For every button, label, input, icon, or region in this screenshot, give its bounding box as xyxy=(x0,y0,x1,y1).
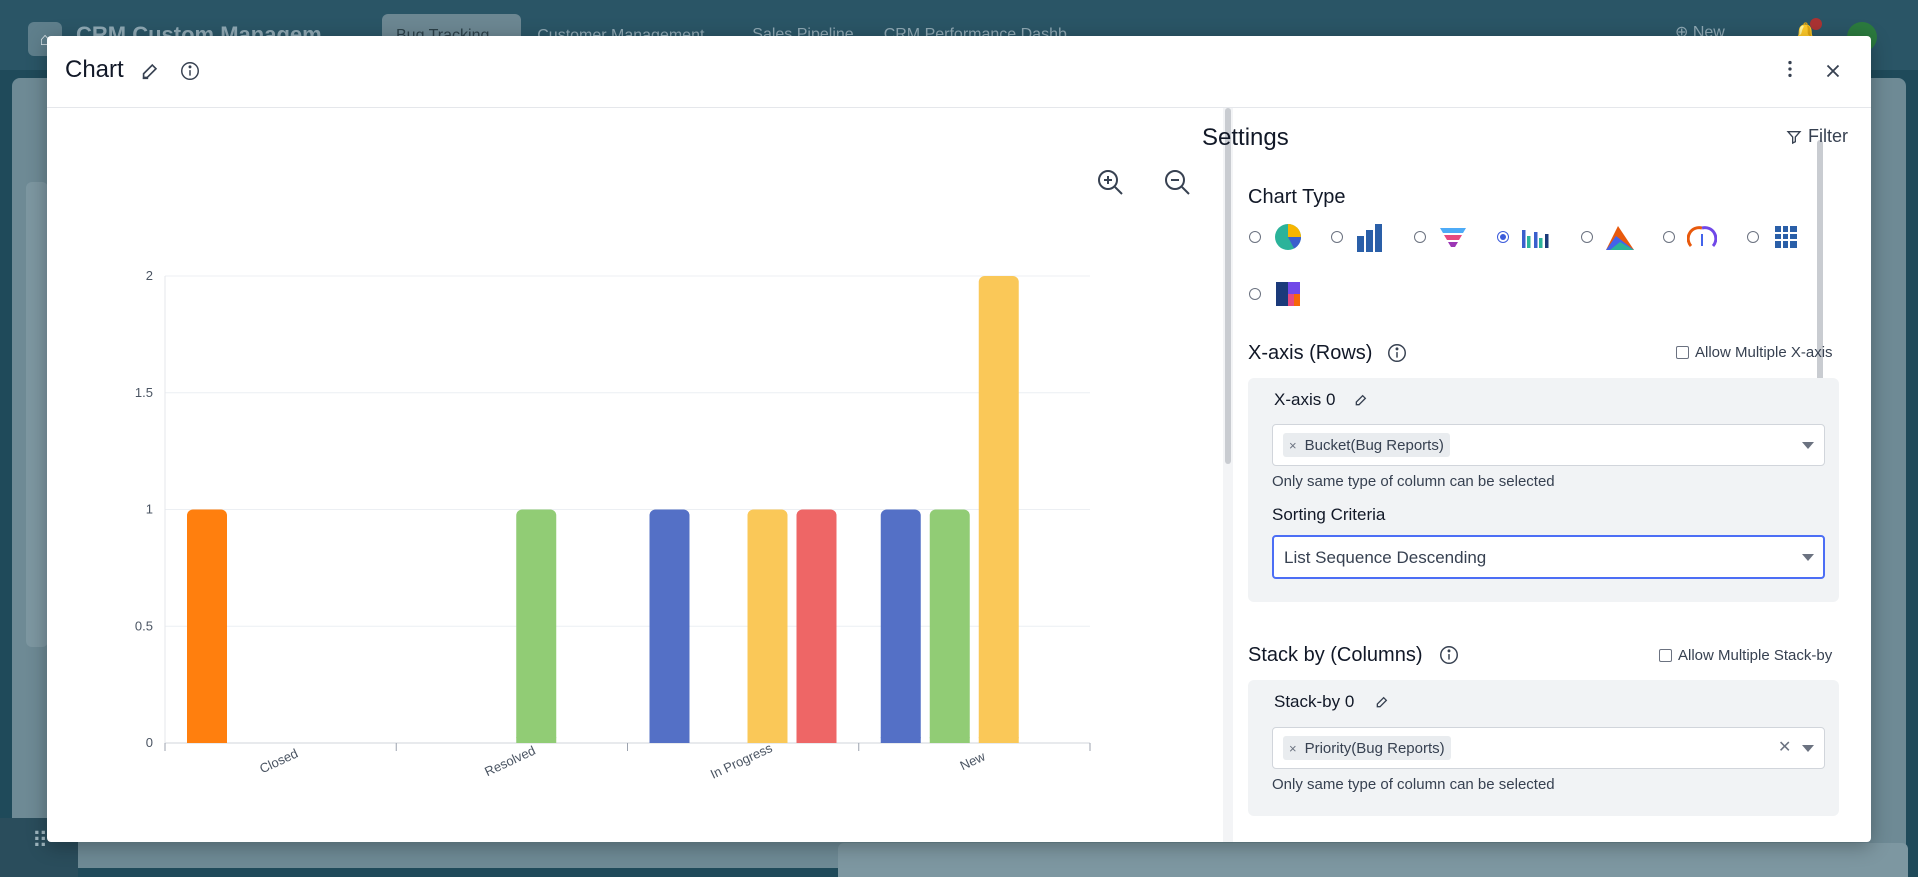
xaxis-helper-text: Only same type of column can be selected xyxy=(1272,473,1555,490)
grouped-bar-chart-icon[interactable] xyxy=(1521,222,1551,252)
stackby-chip-label: Priority(Bug Reports) xyxy=(1304,739,1445,757)
chart-bar-base xyxy=(929,737,970,743)
stackby-info-icon[interactable] xyxy=(1438,644,1460,666)
chart-area: 0 0.5 1 1.5 2 Closed Resolved In Progress New xyxy=(47,108,1223,842)
allow-multiple-stackby[interactable]: Allow Multiple Stack-by xyxy=(1659,647,1832,664)
stackby-column-select[interactable]: × Priority(Bug Reports) ✕ xyxy=(1272,727,1825,769)
xaxis-item-label: X-axis 0 xyxy=(1274,390,1336,409)
stackby-helper-text: Only same type of column can be selected xyxy=(1272,776,1555,793)
chart-bar xyxy=(187,509,227,743)
settings-scrollbar[interactable] xyxy=(1817,140,1823,410)
sorting-criteria-select[interactable]: List Sequence Descending xyxy=(1272,535,1825,579)
y-tick-label: 2 xyxy=(146,268,153,283)
chart-type-radio-funnel[interactable] xyxy=(1414,231,1426,243)
chart-bar-base xyxy=(978,737,1019,743)
notification-badge xyxy=(1810,18,1822,30)
y-tick-label: 1.5 xyxy=(135,385,153,400)
chart-bar xyxy=(880,509,921,743)
settings-title: Settings xyxy=(1202,124,1289,151)
close-icon[interactable] xyxy=(1822,60,1844,82)
chevron-down-icon[interactable] xyxy=(1802,554,1814,561)
modal-title: Chart xyxy=(65,56,124,83)
chart-scrollbar-thumb[interactable] xyxy=(1225,108,1231,464)
more-options-icon[interactable] xyxy=(1779,58,1801,80)
allow-multiple-xaxis-label: Allow Multiple X-axis xyxy=(1695,344,1833,361)
app-bottom-panel xyxy=(838,843,1908,877)
edit-xaxis-icon[interactable] xyxy=(1353,392,1369,408)
stackby-chip: × Priority(Bug Reports) xyxy=(1283,736,1451,760)
filter-label: Filter xyxy=(1808,126,1848,146)
y-tick-label: 0.5 xyxy=(135,618,153,633)
edit-stackby-icon[interactable] xyxy=(1374,694,1390,710)
y-tick-label: 0 xyxy=(146,735,153,750)
stackby-section-label: Stack by (Columns) xyxy=(1248,644,1423,666)
info-icon[interactable] xyxy=(179,60,201,82)
xaxis-info-icon[interactable] xyxy=(1386,342,1408,364)
allow-multiple-stackby-checkbox[interactable] xyxy=(1659,649,1672,662)
bar-chart-icon[interactable] xyxy=(1355,222,1385,252)
chart-type-label: Chart Type xyxy=(1248,186,1346,208)
chart-bar-base xyxy=(516,737,557,743)
chart-bar xyxy=(978,276,1019,743)
xaxis-section-label: X-axis (Rows) xyxy=(1248,342,1373,364)
chart-bar-base xyxy=(187,737,227,743)
chart-scrollbar[interactable] xyxy=(1223,108,1233,842)
pivot-table-icon[interactable] xyxy=(1771,222,1801,252)
xaxis-chip: × Bucket(Bug Reports) xyxy=(1283,433,1450,457)
chart-bar-base xyxy=(796,737,837,743)
y-tick-label: 1 xyxy=(146,502,153,517)
app-left-card xyxy=(26,182,48,647)
chart-type-radio-grouped-bar[interactable] xyxy=(1497,231,1509,243)
chart-type-radio-bar[interactable] xyxy=(1331,231,1343,243)
grid-icon[interactable]: ⠿ xyxy=(32,828,48,854)
gauge-chart-icon[interactable] xyxy=(1686,222,1718,252)
chart-type-radio-heatmap[interactable] xyxy=(1249,288,1261,300)
x-tick-label: In Progress xyxy=(708,740,775,782)
heatmap-chart-icon[interactable] xyxy=(1273,279,1303,309)
sorting-criteria-label: Sorting Criteria xyxy=(1272,505,1386,524)
chart-bar-base xyxy=(649,737,690,743)
x-tick-label: New xyxy=(958,748,988,773)
chart-bar xyxy=(929,509,970,743)
xaxis-column-select[interactable]: × Bucket(Bug Reports) xyxy=(1272,424,1825,466)
stackby-item-label: Stack-by 0 xyxy=(1274,692,1355,711)
edit-title-icon[interactable] xyxy=(139,60,161,82)
chart-bar xyxy=(649,509,690,743)
pie-chart-icon[interactable] xyxy=(1273,222,1303,252)
area-chart-icon[interactable] xyxy=(1605,222,1635,252)
allow-multiple-xaxis[interactable]: Allow Multiple X-axis xyxy=(1676,344,1833,361)
allow-multiple-xaxis-checkbox[interactable] xyxy=(1676,346,1689,359)
chart-type-radio-area[interactable] xyxy=(1581,231,1593,243)
chart-type-radio-pie[interactable] xyxy=(1249,231,1261,243)
chevron-down-icon[interactable] xyxy=(1802,745,1814,752)
chart-type-radio-gauge[interactable] xyxy=(1663,231,1675,243)
chart-bar xyxy=(516,509,557,743)
filter-icon xyxy=(1786,130,1802,144)
clear-selection-icon[interactable]: ✕ xyxy=(1778,737,1791,757)
bar-chart: 0 0.5 1 1.5 2 Closed Resolved In Progress New xyxy=(135,268,1091,782)
chip-remove-icon[interactable]: × xyxy=(1289,438,1297,453)
x-tick-label: Resolved xyxy=(482,743,537,780)
chart-bar-base xyxy=(880,737,921,743)
xaxis-chip-label: Bucket(Bug Reports) xyxy=(1304,436,1444,454)
chart-bar xyxy=(747,509,788,743)
funnel-chart-icon[interactable] xyxy=(1438,222,1468,252)
allow-multiple-stackby-label: Allow Multiple Stack-by xyxy=(1678,647,1833,664)
chevron-down-icon[interactable] xyxy=(1802,442,1814,449)
sorting-criteria-value: List Sequence Descending xyxy=(1284,548,1487,567)
chip-remove-icon[interactable]: × xyxy=(1289,741,1297,756)
chart-bar xyxy=(796,509,837,743)
filter-button[interactable]: Filter xyxy=(1786,126,1848,147)
modal-header: Chart xyxy=(47,36,1871,108)
x-tick-label: Closed xyxy=(257,746,300,777)
chart-type-radio-pivot[interactable] xyxy=(1747,231,1759,243)
